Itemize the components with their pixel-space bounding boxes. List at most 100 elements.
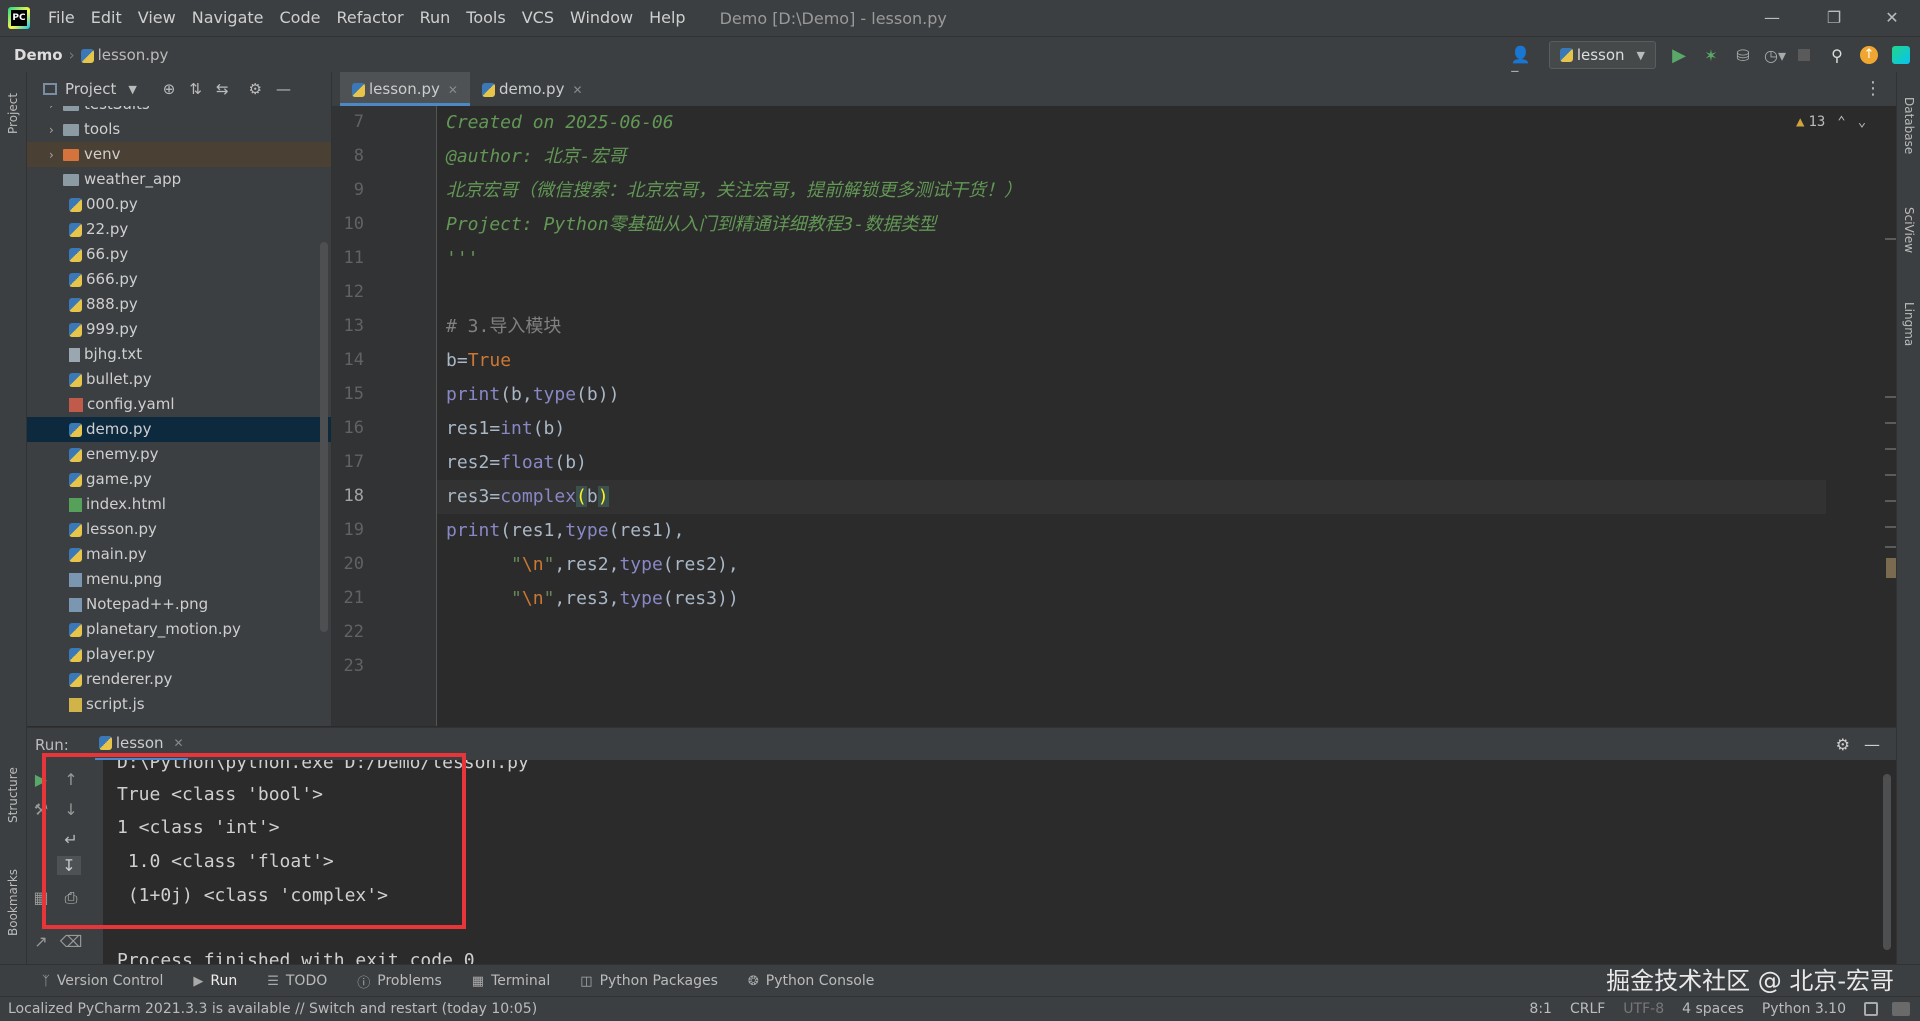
tree-item-bjhg-txt[interactable]: bjhg.txt <box>27 342 331 367</box>
tree-item-player-py[interactable]: player.py <box>27 642 331 667</box>
error-stripe-mark[interactable] <box>1885 500 1896 502</box>
project-panel-title[interactable]: Project <box>65 80 116 98</box>
error-stripe-mark[interactable] <box>1885 422 1896 424</box>
hide-panel-icon[interactable]: — <box>1864 735 1880 754</box>
inspection-widget[interactable]: ▲ 13 ⌃ ⌄ <box>1796 114 1866 130</box>
tree-item-script-js[interactable]: script.js <box>27 692 331 717</box>
tab-python-console[interactable]: ❂ Python Console <box>748 965 874 997</box>
console-scrollbar[interactable] <box>1883 774 1891 950</box>
error-stripe-mark[interactable] <box>1885 396 1896 398</box>
tree-item-testsuits[interactable]: ›testSuits <box>27 106 331 117</box>
tree-item-weather-app[interactable]: weather_app <box>27 167 331 192</box>
file-encoding[interactable]: UTF-8 <box>1623 1001 1664 1017</box>
error-stripe-mark[interactable] <box>1885 448 1896 450</box>
collapse-all-icon[interactable]: ⇆ <box>216 80 229 98</box>
close-tab-icon[interactable]: ✕ <box>448 83 458 97</box>
caret-position[interactable]: 8:1 <box>1529 1001 1552 1017</box>
breadcrumb-file[interactable]: lesson.py <box>80 46 168 64</box>
chevron-right-icon[interactable]: › <box>49 143 63 168</box>
menu-edit[interactable]: Edit <box>83 0 130 36</box>
gear-icon[interactable]: ⚙ <box>1836 735 1850 754</box>
tree-item-index-html[interactable]: index.html <box>27 492 331 517</box>
line-separator[interactable]: CRLF <box>1570 1001 1605 1017</box>
pin-icon[interactable]: ↗ <box>29 932 53 951</box>
bookmarks-tool-tab[interactable]: Bookmarks <box>0 854 26 950</box>
menu-code[interactable]: Code <box>272 0 329 36</box>
notifications-icon[interactable] <box>1892 1002 1910 1016</box>
tree-item-tools[interactable]: › tools <box>27 117 331 142</box>
tree-item-renderer-py[interactable]: renderer.py <box>27 667 331 692</box>
menu-run[interactable]: Run <box>412 0 459 36</box>
close-tab-icon[interactable]: ✕ <box>174 736 184 750</box>
chevron-right-icon[interactable]: › <box>49 118 63 143</box>
structure-tool-tab[interactable]: Structure <box>0 752 26 838</box>
indent-setting[interactable]: 4 spaces <box>1682 1001 1744 1017</box>
tree-item-22-py[interactable]: 22.py <box>27 217 331 242</box>
error-stripe-mark[interactable] <box>1885 474 1896 476</box>
tree-item-999-py[interactable]: 999.py <box>27 317 331 342</box>
status-message[interactable]: Localized PyCharm 2021.3.3 is available … <box>8 1001 537 1017</box>
tree-item-66-py[interactable]: 66.py <box>27 242 331 267</box>
profile-icon[interactable]: ◷▾ <box>1764 46 1786 65</box>
more-options-icon[interactable]: ⋮ <box>1864 72 1882 106</box>
trash-icon[interactable]: ⌫ <box>59 932 83 951</box>
menu-refactor[interactable]: Refactor <box>328 0 411 36</box>
tab-python-packages[interactable]: ◫ Python Packages <box>580 965 718 997</box>
tree-item-lesson-py[interactable]: lesson.py <box>27 517 331 542</box>
python-interpreter[interactable]: Python 3.10 <box>1762 1001 1846 1017</box>
debug-icon[interactable]: ✶ <box>1702 46 1720 65</box>
editor-scroll-thumb[interactable] <box>1886 558 1896 578</box>
gear-icon[interactable]: ⚙ <box>249 80 262 98</box>
tab-version-control[interactable]: ᛉ Version Control <box>42 965 163 997</box>
ai-assistant-icon[interactable] <box>1892 46 1910 64</box>
run-icon[interactable]: ▶ <box>1670 45 1688 66</box>
menu-navigate[interactable]: Navigate <box>184 0 272 36</box>
chevron-down-icon[interactable]: ▼ <box>128 83 136 96</box>
menu-tools[interactable]: Tools <box>458 0 513 36</box>
menu-vcs[interactable]: VCS <box>514 0 562 36</box>
run-with-coverage-icon[interactable]: ⛁ <box>1734 46 1752 65</box>
tab-lesson-py[interactable]: lesson.py ✕ <box>340 72 470 106</box>
tree-item-demo-py[interactable]: demo.py <box>27 417 331 442</box>
chevron-down-icon[interactable]: ⌄ <box>1858 114 1866 130</box>
locate-file-icon[interactable]: ⊕ <box>163 80 176 98</box>
tree-item-notepad-png[interactable]: Notepad++.png <box>27 592 331 617</box>
tree-item-config-yaml[interactable]: config.yaml <box>27 392 331 417</box>
tree-item-000-py[interactable]: 000.py <box>27 192 331 217</box>
hide-panel-icon[interactable]: — <box>276 80 291 98</box>
breadcrumb-project[interactable]: Demo <box>14 46 63 64</box>
sciview-tool-tab[interactable]: SciView <box>1897 190 1920 270</box>
tree-item-planetary-motion-py[interactable]: planetary_motion.py <box>27 617 331 642</box>
close-window-icon[interactable]: ✕ <box>1864 0 1920 36</box>
tab-run[interactable]: ▶ Run <box>193 965 237 997</box>
menu-window[interactable]: Window <box>562 0 641 36</box>
tree-item-game-py[interactable]: game.py <box>27 467 331 492</box>
error-stripe-mark[interactable] <box>1885 526 1896 528</box>
tree-item-enemy-py[interactable]: enemy.py <box>27 442 331 467</box>
tree-item-666-py[interactable]: 666.py <box>27 267 331 292</box>
lock-icon[interactable] <box>1864 1002 1878 1016</box>
menu-help[interactable]: Help <box>641 0 693 36</box>
minimize-window-icon[interactable]: — <box>1744 0 1800 36</box>
tab-problems[interactable]: ⓘ Problems <box>357 965 442 997</box>
tab-todo[interactable]: ☰ TODO <box>267 965 327 997</box>
expand-all-icon[interactable]: ⇅ <box>189 80 202 98</box>
search-icon[interactable]: ⚲ <box>1828 46 1846 65</box>
close-tab-icon[interactable]: ✕ <box>572 83 582 97</box>
error-stripe-mark[interactable] <box>1885 238 1896 240</box>
tree-item-bullet-py[interactable]: bullet.py <box>27 367 331 392</box>
menu-view[interactable]: View <box>130 0 184 36</box>
tree-item-menu-png[interactable]: menu.png <box>27 567 331 592</box>
user-account-icon[interactable]: 👤▾ <box>1511 45 1533 83</box>
code-editor[interactable]: 7 8 9 10 11 12 13 14 15 16 17 18 19 20 21 22 23 Created … <box>332 106 1896 726</box>
menu-file[interactable]: File <box>40 0 83 36</box>
update-icon[interactable]: ↑ <box>1860 46 1878 64</box>
error-stripe-mark[interactable] <box>1885 546 1896 548</box>
project-tool-tab[interactable]: Project <box>0 78 26 148</box>
tree-item-888-py[interactable]: 888.py <box>27 292 331 317</box>
lingma-tool-tab[interactable]: Lingma <box>1897 286 1920 362</box>
run-configuration-select[interactable]: lesson ▼ <box>1548 41 1656 69</box>
tree-scrollbar[interactable] <box>320 242 328 632</box>
tab-demo-py[interactable]: demo.py ✕ <box>470 72 595 106</box>
chevron-up-icon[interactable]: ⌃ <box>1837 114 1845 130</box>
